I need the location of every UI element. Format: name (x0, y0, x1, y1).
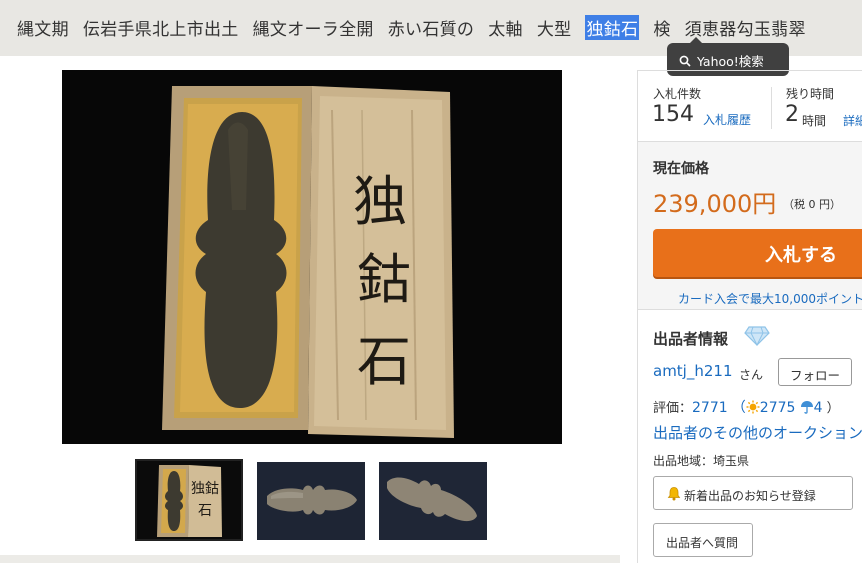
title-word: 太軸 (488, 20, 523, 40)
current-price: 239,000円 (653, 190, 777, 218)
bid-count: 154 (652, 102, 694, 127)
remaining-detail-link[interactable]: 詳細 (843, 112, 862, 129)
card-promo-link[interactable]: カード入会で最大10,000ポイント (678, 290, 862, 307)
ask-seller-button[interactable]: 出品者へ質問 (653, 523, 753, 557)
notify-button-label: 新着出品のお知らせ登録 (684, 489, 816, 503)
thumbnail-3[interactable] (379, 462, 487, 540)
title-word: 大型 (536, 20, 572, 40)
bottom-strip (0, 555, 620, 563)
seller-region: 出品地域：埼玉県 (653, 454, 750, 468)
seller-info-title: 出品者情報 (653, 330, 729, 348)
sun-icon (746, 400, 760, 416)
title-word: 赤い石質の (387, 20, 475, 40)
search-icon (679, 55, 691, 70)
bid-status-box: 入札件数 154 入札履歴 残り時間 2 時間 詳細 (638, 70, 862, 142)
seller-rating: 評価：2771 （2775 4 ） (653, 400, 840, 416)
remaining-time-unit: 時間 (802, 114, 827, 128)
thumbnail-1[interactable]: 独鈷 石 (135, 459, 243, 541)
title-word: 縄文期 (17, 20, 69, 40)
price-box: 現在価格 239,000円 （税 0 円） 入札する カード入会で最大10,00… (638, 142, 862, 310)
bid-history-link[interactable]: 入札履歴 (703, 111, 751, 128)
tax-note: （税 0 円） (783, 198, 841, 211)
thumbnail-2[interactable] (257, 462, 365, 540)
other-auctions-link[interactable]: 出品者のその他のオークション (653, 422, 862, 443)
remaining-time-label: 残り時間 (786, 87, 835, 101)
box-lettering-2: 鈷 (357, 248, 411, 311)
bid-count-label: 入札件数 (653, 87, 702, 101)
box-lettering-3: 石 (357, 330, 411, 393)
svg-text:独鈷: 独鈷 (191, 480, 219, 497)
bid-button[interactable]: 入札する (653, 229, 862, 277)
title-word: 検 (653, 20, 671, 40)
bell-icon (667, 486, 681, 504)
diamond-icon (744, 324, 770, 350)
auction-side-panel: 入札件数 154 入札履歴 残り時間 2 時間 詳細 現在価格 239,000円… (637, 70, 862, 563)
divider (771, 87, 772, 129)
current-price-label: 現在価格 (653, 161, 709, 177)
rating-total-link[interactable]: 2771 (692, 400, 728, 416)
title-word: 縄文オーラ全開 (252, 20, 374, 40)
title-word: 伝岩手県北上市出土 (82, 20, 239, 40)
box-lettering-1: 独 (353, 170, 407, 233)
rating-bad-link[interactable]: 4 (814, 400, 823, 416)
new-listing-notify-button[interactable]: 新着出品のお知らせ登録 (653, 476, 853, 510)
svg-text:石: 石 (198, 503, 212, 519)
seller-name-link[interactable]: amtj_h211 (653, 362, 733, 380)
title-word: 須恵器勾玉翡翠 (684, 20, 806, 40)
rating-good-link[interactable]: 2775 (760, 400, 796, 416)
tooltip-label: Yahoo!検索 (697, 54, 764, 69)
remaining-time-value: 2 (785, 102, 799, 127)
follow-button[interactable]: フォロー (778, 358, 852, 386)
rating-label: 評価： (653, 401, 693, 416)
umbrella-icon (800, 401, 814, 416)
seller-honorific: さん (739, 368, 764, 382)
title-word-selected[interactable]: 独鈷石 (585, 15, 640, 40)
main-item-photo[interactable]: 独 鈷 石 (62, 70, 562, 444)
